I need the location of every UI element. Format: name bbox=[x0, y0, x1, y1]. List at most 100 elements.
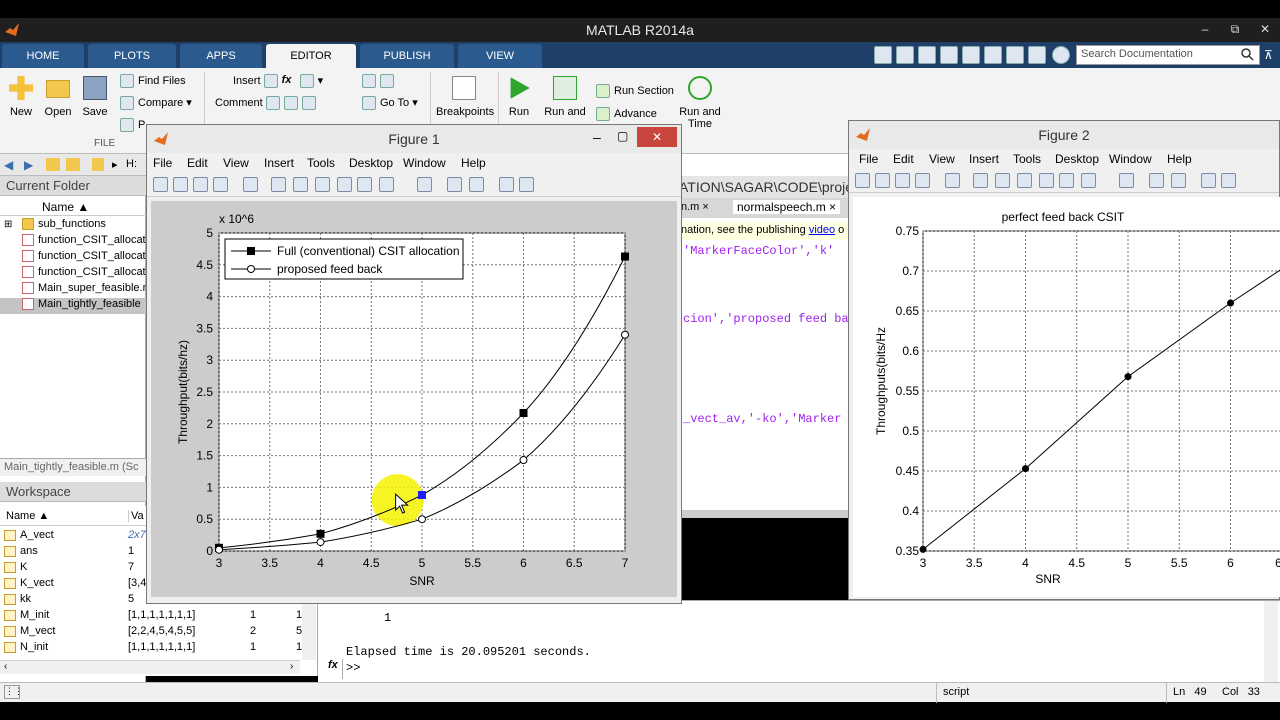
open-button[interactable]: Open bbox=[42, 76, 74, 118]
zoom-in-icon[interactable] bbox=[973, 173, 988, 188]
colorbar-icon[interactable] bbox=[447, 177, 462, 192]
figure-menu-view[interactable]: View bbox=[223, 156, 249, 170]
figure-menu-edit[interactable]: Edit bbox=[893, 152, 914, 166]
data-point-circle[interactable] bbox=[418, 515, 426, 524]
print-button[interactable]: Print bbox=[120, 118, 146, 132]
pointer-icon[interactable] bbox=[945, 173, 960, 188]
advance-button[interactable]: Advance bbox=[596, 107, 657, 121]
folder-list-item[interactable]: function_CSIT_allocat bbox=[0, 250, 146, 266]
rotate-icon[interactable] bbox=[337, 177, 352, 192]
breakpoints-button[interactable]: Breakpoints bbox=[436, 76, 494, 118]
figure-menu-view[interactable]: View bbox=[929, 152, 955, 166]
navigate-back-button[interactable] bbox=[362, 74, 398, 88]
data-cursor-icon[interactable] bbox=[357, 177, 372, 192]
tab-apps[interactable]: APPS bbox=[180, 44, 262, 68]
help-icon[interactable] bbox=[1052, 46, 1070, 64]
back-icon[interactable]: ◀ bbox=[4, 158, 13, 172]
cut-icon[interactable] bbox=[918, 46, 936, 64]
search-documentation-input[interactable]: Search Documentation bbox=[1076, 45, 1260, 65]
data-point-circle[interactable] bbox=[1227, 299, 1234, 307]
folder-list-item[interactable]: function_CSIT_allocat bbox=[0, 234, 146, 250]
close-button[interactable]: ✕ bbox=[1250, 18, 1280, 42]
figure-1-close-button[interactable]: ✕ bbox=[637, 127, 677, 147]
figure-menu-insert[interactable]: Insert bbox=[969, 152, 999, 166]
link-icon[interactable] bbox=[417, 177, 432, 192]
minimize-button[interactable]: ‒ bbox=[1190, 18, 1220, 42]
redo-icon[interactable] bbox=[1006, 46, 1024, 64]
new-figure-icon[interactable] bbox=[855, 173, 870, 188]
figure-menu-window[interactable]: Window bbox=[1109, 152, 1152, 166]
link-icon[interactable] bbox=[1119, 173, 1134, 188]
data-point-circle[interactable] bbox=[215, 545, 223, 554]
hide-tools-icon[interactable] bbox=[1201, 173, 1216, 188]
data-point-circle[interactable] bbox=[919, 545, 927, 553]
chart-1[interactable]: 3 3.5 4 4.5 5 5.5 6 6.5 7 0 0.5 1 1.5 2 2.5 3 3.5 4 4.5 5 x … bbox=[151, 201, 677, 597]
print-icon[interactable] bbox=[915, 173, 930, 188]
undo-icon[interactable] bbox=[984, 46, 1002, 64]
pan-icon[interactable] bbox=[315, 177, 330, 192]
workspace-value-header[interactable]: Va bbox=[128, 510, 144, 522]
data-point-square[interactable] bbox=[519, 408, 528, 417]
legend[interactable]: Full (conventional) CSIT allocation propo… bbox=[224, 238, 464, 280]
tab-editor[interactable]: EDITOR bbox=[266, 44, 356, 68]
code-line-3[interactable]: _vect_av,'-ko','Marker bbox=[683, 412, 841, 426]
path-text[interactable]: H: bbox=[126, 158, 137, 170]
folder-list-item[interactable]: Main_tightly_feasible bbox=[0, 298, 146, 314]
figure-menu-file[interactable]: File bbox=[153, 156, 172, 170]
figure-menu-desktop[interactable]: Desktop bbox=[349, 156, 393, 170]
workspace-row[interactable]: M_vect [2,2,4,5,4,5,5] 2 5 bbox=[0, 624, 316, 640]
run-section-button[interactable]: Run Section bbox=[596, 84, 674, 98]
figure-menu-file[interactable]: File bbox=[859, 152, 878, 166]
colorbar-icon[interactable] bbox=[1149, 173, 1164, 188]
figure-menu-tools[interactable]: Tools bbox=[1013, 152, 1041, 166]
tab-view[interactable]: VIEW bbox=[458, 44, 542, 68]
up-folder-icon[interactable] bbox=[46, 158, 60, 171]
new-figure-icon[interactable] bbox=[153, 177, 168, 192]
zoom-in-icon[interactable] bbox=[271, 177, 286, 192]
search-icon[interactable] bbox=[1240, 47, 1254, 61]
save-figure-icon[interactable] bbox=[193, 177, 208, 192]
tab-publish[interactable]: PUBLISH bbox=[360, 44, 454, 68]
switch-windows-icon[interactable] bbox=[1028, 46, 1046, 64]
figure-menu-insert[interactable]: Insert bbox=[264, 156, 294, 170]
data-point-square[interactable] bbox=[316, 529, 325, 538]
zoom-out-icon[interactable] bbox=[293, 177, 308, 192]
chart-2[interactable]: 3 3.5 4 4.5 5 5.5 6 65 0.35 0.4 0.45 0.5 0.55 0.6 0.65… bbox=[853, 197, 1280, 597]
data-point-circle[interactable] bbox=[1124, 373, 1132, 381]
name-column-header[interactable]: Name ▲ bbox=[42, 200, 89, 214]
forward-icon[interactable]: ▶ bbox=[24, 158, 33, 172]
goto-button[interactable]: Go To ▾ bbox=[362, 96, 418, 111]
data-point-circle[interactable] bbox=[1022, 465, 1029, 473]
comment-button[interactable]: Comment bbox=[215, 96, 320, 110]
legend-icon[interactable] bbox=[469, 177, 484, 192]
code-line-1[interactable]: 'MarkerFaceColor','k' bbox=[683, 244, 834, 258]
editor-tab-1[interactable]: n.m × bbox=[681, 201, 709, 213]
data-point-square[interactable] bbox=[418, 491, 426, 500]
print-icon[interactable] bbox=[213, 177, 228, 192]
command-window[interactable]: 1 Elapsed time is 20.095201 seconds. fx … bbox=[318, 600, 1280, 683]
run-and-advance-button[interactable]: Run and bbox=[542, 76, 588, 120]
figure-menu-help[interactable]: Help bbox=[1167, 152, 1192, 166]
folder-list-item[interactable]: function_CSIT_allocat bbox=[0, 266, 146, 282]
copy-icon[interactable] bbox=[940, 46, 958, 64]
dock-icon[interactable] bbox=[1221, 173, 1236, 188]
save-figure-icon[interactable] bbox=[895, 173, 910, 188]
editor-tab-2[interactable]: normalspeech.m × bbox=[733, 200, 841, 214]
figure-menu-desktop[interactable]: Desktop bbox=[1055, 152, 1099, 166]
rotate-icon[interactable] bbox=[1039, 173, 1054, 188]
workspace-name-header[interactable]: Name ▲ bbox=[6, 510, 49, 522]
folder-list-item[interactable]: ⊞ sub_functions bbox=[0, 218, 146, 234]
open-file-icon[interactable] bbox=[875, 173, 890, 188]
run-button[interactable]: Run bbox=[504, 76, 534, 118]
expand-icon[interactable]: ⊞ bbox=[4, 219, 12, 230]
folder-list-item[interactable]: Main_super_feasible.m bbox=[0, 282, 146, 298]
browse-folder-icon[interactable] bbox=[66, 158, 80, 171]
pan-icon[interactable] bbox=[1017, 173, 1032, 188]
paste-icon[interactable] bbox=[962, 46, 980, 64]
brush-icon[interactable] bbox=[1081, 173, 1096, 188]
insert-button[interactable]: Insert fx ▾ bbox=[233, 74, 323, 89]
brush-icon[interactable] bbox=[379, 177, 394, 192]
command-prompt[interactable]: >> bbox=[346, 661, 360, 675]
quick-access-icon[interactable] bbox=[874, 46, 892, 64]
figure-menu-edit[interactable]: Edit bbox=[187, 156, 208, 170]
